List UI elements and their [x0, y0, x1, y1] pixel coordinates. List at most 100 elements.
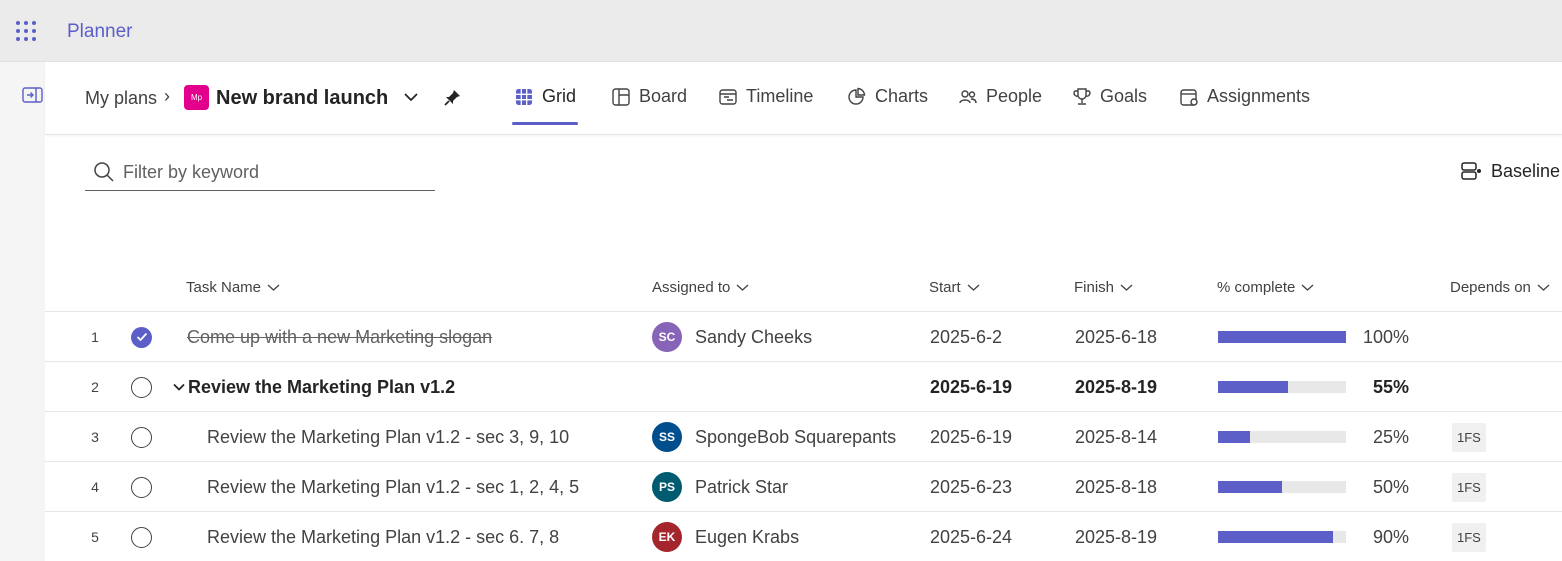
dependency-chip[interactable]: 1FS — [1452, 522, 1486, 552]
task-complete-checkbox[interactable] — [131, 312, 152, 362]
dependency-chip[interactable]: 1FS — [1452, 472, 1486, 502]
percent-complete[interactable]: 55% — [1345, 362, 1409, 412]
task-complete-checkbox[interactable] — [131, 362, 152, 412]
row-number: 1 — [91, 329, 99, 345]
plan-name[interactable]: New brand launch — [216, 87, 388, 110]
assignee-cell[interactable]: SS SpongeBob Squarepants — [652, 412, 896, 462]
task-name[interactable]: Review the Marketing Plan v1.2 - sec 1, … — [207, 462, 579, 512]
filter-input[interactable] — [123, 159, 423, 185]
start-date[interactable]: 2025-6-19 — [930, 412, 1012, 462]
assignee-cell[interactable]: PS Patrick Star — [652, 462, 788, 512]
tab-label: People — [986, 86, 1043, 106]
finish-date[interactable]: 2025-8-14 — [1075, 412, 1157, 462]
assignee-name: Patrick Star — [695, 476, 789, 497]
column-header-finish[interactable]: Finish — [1074, 279, 1133, 296]
depends-on-cell[interactable]: 1FS — [1452, 512, 1486, 561]
people-icon — [959, 89, 977, 103]
task-row[interactable]: 1 Come up with a new Marketing slogan SC… — [45, 311, 1562, 361]
dependency-chip[interactable]: 1FS — [1452, 422, 1486, 452]
progress-bar — [1218, 462, 1346, 512]
task-name[interactable]: Come up with a new Marketing slogan — [187, 312, 492, 362]
column-header-assigned-to[interactable]: Assigned to — [652, 279, 749, 296]
finish-date[interactable]: 2025-8-19 — [1075, 362, 1157, 412]
task-name[interactable]: Review the Marketing Plan v1.2 — [173, 362, 455, 412]
chevron-down-icon[interactable] — [403, 91, 419, 103]
row-number: 5 — [91, 529, 99, 545]
task-name[interactable]: Review the Marketing Plan v1.2 - sec 3, … — [207, 412, 569, 462]
start-date[interactable]: 2025-6-19 — [930, 362, 1012, 412]
percent-complete[interactable]: 25% — [1345, 412, 1409, 462]
task-name[interactable]: Review the Marketing Plan v1.2 - sec 6. … — [207, 512, 559, 561]
app-launcher-icon[interactable] — [16, 21, 37, 42]
avatar: EK — [652, 522, 682, 552]
chevron-down-icon[interactable] — [173, 382, 185, 392]
app-title: Planner — [67, 21, 133, 42]
row-number: 3 — [91, 429, 99, 445]
column-header-task-name[interactable]: Task Name — [186, 279, 280, 296]
percent-complete[interactable]: 50% — [1345, 462, 1409, 512]
timeline-icon — [719, 88, 737, 105]
baseline-button[interactable]: Baseline — [1460, 160, 1560, 182]
assignee-name: SpongeBob Squarepants — [695, 426, 897, 447]
column-label: Depends on — [1450, 279, 1531, 296]
finish-date[interactable]: 2025-8-18 — [1075, 462, 1157, 512]
chevron-down-icon — [1301, 284, 1314, 291]
column-header-percent-complete[interactable]: % complete — [1217, 279, 1314, 296]
tab-label: Grid — [542, 86, 577, 106]
start-date[interactable]: 2025-6-24 — [930, 512, 1012, 561]
baseline-icon — [1461, 162, 1481, 180]
column-label: Task Name — [186, 279, 262, 296]
tab-goals[interactable]: Goals — [1072, 86, 1147, 107]
left-rail — [0, 62, 45, 561]
depends-on-cell[interactable]: 1FS — [1452, 462, 1486, 512]
tab-label: Board — [639, 86, 688, 106]
chevron-down-icon — [736, 284, 749, 291]
breadcrumb-my-plans[interactable]: My plans — [85, 88, 157, 109]
finish-date[interactable]: 2025-6-18 — [1075, 312, 1157, 362]
column-label: Assigned to — [652, 279, 731, 296]
chevron-down-icon — [267, 284, 280, 291]
task-complete-checkbox[interactable] — [131, 462, 152, 512]
tab-charts[interactable]: Charts — [847, 86, 928, 107]
task-row[interactable]: 4 Review the Marketing Plan v1.2 - sec 1… — [45, 461, 1562, 511]
progress-bar — [1218, 312, 1346, 362]
percent-complete[interactable]: 90% — [1345, 512, 1409, 561]
plan-avatar: Mp — [184, 85, 209, 110]
baseline-label: Baseline — [1491, 160, 1561, 181]
column-header-depends-on[interactable]: Depends on — [1450, 279, 1550, 296]
tab-assignments[interactable]: Assignments — [1179, 86, 1310, 107]
breadcrumb-chevron-icon: › — [164, 86, 170, 106]
charts-icon — [848, 87, 866, 105]
tab-label: Assignments — [1207, 86, 1311, 106]
tab-label: Charts — [875, 86, 929, 106]
task-name-text: Review the Marketing Plan v1.2 — [188, 376, 456, 397]
active-tab-indicator — [512, 122, 578, 125]
row-number: 2 — [91, 379, 99, 395]
expand-pane-icon[interactable] — [22, 87, 43, 103]
start-date[interactable]: 2025-6-2 — [930, 312, 1002, 362]
start-date[interactable]: 2025-6-23 — [930, 462, 1012, 512]
column-header-start[interactable]: Start — [929, 279, 980, 296]
board-icon — [612, 87, 630, 106]
checkmark-icon — [131, 326, 152, 348]
tab-label: Goals — [1100, 86, 1148, 106]
task-complete-checkbox[interactable] — [131, 412, 152, 462]
tab-label: Timeline — [746, 86, 814, 106]
task-row[interactable]: 3 Review the Marketing Plan v1.2 - sec 3… — [45, 411, 1562, 461]
finish-date[interactable]: 2025-8-19 — [1075, 512, 1157, 561]
pin-icon[interactable] — [442, 88, 462, 108]
tab-grid[interactable]: Grid — [514, 86, 576, 107]
assignee-cell[interactable]: EK Eugen Krabs — [652, 512, 799, 561]
depends-on-cell[interactable]: 1FS — [1452, 412, 1486, 462]
task-row[interactable]: 5 Review the Marketing Plan v1.2 - sec 6… — [45, 511, 1562, 561]
percent-complete[interactable]: 100% — [1345, 312, 1409, 362]
assignee-name: Eugen Krabs — [695, 526, 800, 547]
tab-board[interactable]: Board — [611, 86, 687, 107]
row-number: 4 — [91, 479, 99, 495]
tab-timeline[interactable]: Timeline — [718, 86, 813, 107]
tab-people[interactable]: People — [958, 86, 1042, 107]
app-header: Planner — [0, 0, 1562, 62]
task-row-summary[interactable]: 2 Review the Marketing Plan v1.2 2025-6-… — [45, 361, 1562, 411]
task-complete-checkbox[interactable] — [131, 512, 152, 561]
assignee-cell[interactable]: SC Sandy Cheeks — [652, 312, 812, 362]
